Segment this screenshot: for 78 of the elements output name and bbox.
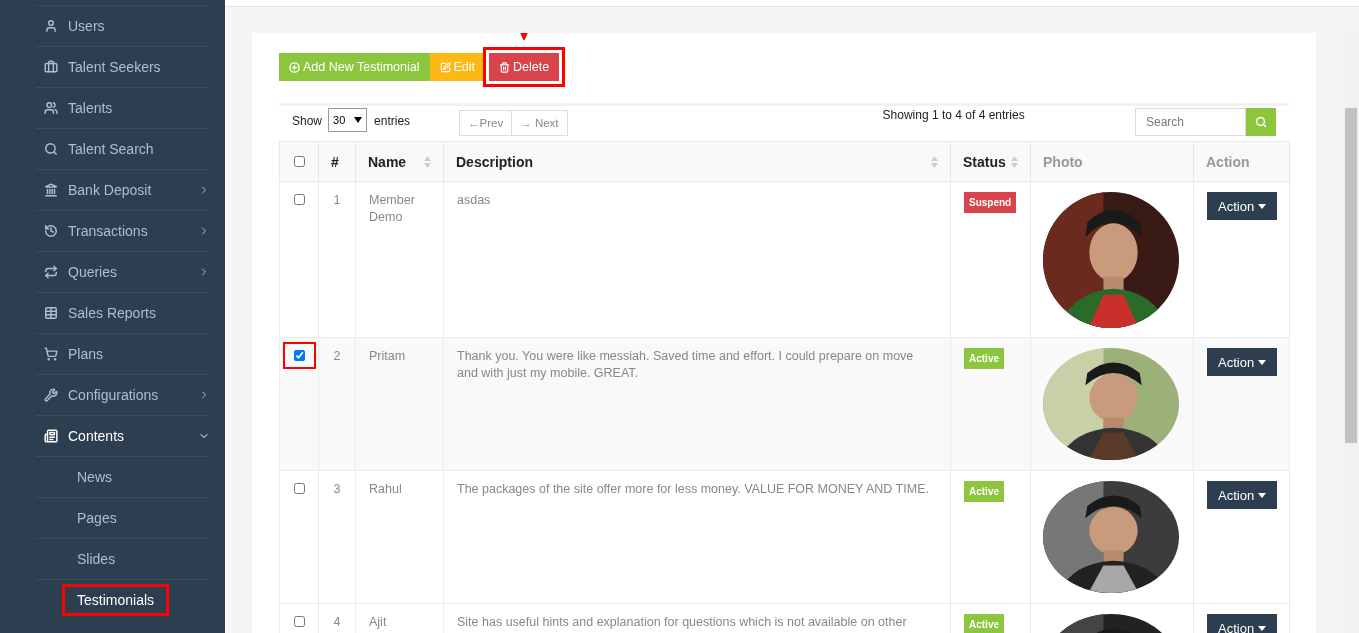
row-number: 1	[333, 193, 341, 207]
name-text: Rahul	[369, 482, 402, 496]
briefcase-icon	[44, 60, 58, 74]
caret-icon	[1258, 359, 1267, 365]
name-text: Ajit	[369, 615, 387, 629]
column-header[interactable]: Status	[950, 141, 1031, 182]
newspaper-icon	[44, 429, 58, 443]
column-header[interactable]: Name	[355, 141, 444, 182]
row-number: 4	[333, 615, 341, 629]
row-checkbox[interactable]	[293, 616, 305, 627]
row-number: 2	[333, 349, 341, 363]
edit-icon	[439, 61, 451, 73]
show-label: Show	[292, 114, 323, 128]
row-checkbox[interactable]	[293, 483, 305, 494]
column-header: Action	[1193, 141, 1290, 182]
cart-icon	[44, 347, 58, 361]
row-checkbox[interactable]	[293, 350, 305, 361]
caret-icon	[354, 117, 363, 123]
action-dropdown[interactable]: Action	[1207, 192, 1278, 220]
row-checkbox[interactable]	[293, 194, 305, 205]
search-icon	[44, 142, 58, 156]
description-text: The packages of the site offer more for less money. VALUE FOR MONEY AND TIME.	[457, 482, 929, 496]
delete-button[interactable]: Delete	[489, 53, 560, 81]
action-dropdown[interactable]: Action	[1207, 348, 1278, 376]
users-icon	[44, 101, 58, 115]
column-header: #	[318, 141, 356, 182]
next-button[interactable]: → Next	[511, 110, 568, 136]
bank-icon	[44, 183, 58, 197]
caret-icon	[1258, 492, 1267, 498]
sort-icon	[931, 154, 938, 169]
sidebar-item[interactable]: Queries	[36, 251, 210, 292]
description-text: Thank you. You were like messiah. Saved time and effort. I could prepare on move and with just my mobile. GREAT.	[457, 349, 914, 380]
sidebar-item[interactable]: Bank Deposit	[36, 169, 210, 210]
sidebar-item[interactable]: Talents	[36, 87, 210, 128]
name-text: Pritam	[369, 349, 406, 363]
user-icon	[44, 19, 58, 33]
prev-button[interactable]: ←Prev	[459, 110, 513, 136]
action-dropdown[interactable]: Action	[1207, 481, 1278, 509]
sidebar-item[interactable]: Contents	[36, 415, 210, 456]
select-all-checkbox[interactable]	[293, 155, 305, 167]
sidebar-item[interactable]: Talent Search	[36, 128, 210, 169]
caret-icon	[1258, 203, 1267, 209]
sidebar-item[interactable]: Sales Reports	[36, 292, 210, 333]
scrollbar[interactable]	[1343, 33, 1359, 633]
status-badge: Active	[964, 614, 1004, 633]
entries-label: entries	[374, 114, 411, 128]
sidebar-item[interactable]: Talent Seekers	[36, 46, 210, 87]
column-header: Photo	[1030, 141, 1194, 182]
column-header[interactable]: Description	[443, 141, 951, 182]
history-icon	[44, 224, 58, 238]
sort-icon	[424, 154, 431, 169]
row-number: 3	[333, 482, 341, 496]
sidebar-item[interactable]: Plans	[36, 333, 210, 374]
description-text: asdas	[457, 193, 491, 207]
submenu-item[interactable]: News	[62, 461, 127, 493]
status-badge: Suspend	[964, 192, 1017, 213]
search-icon	[1255, 116, 1267, 128]
action-dropdown[interactable]: Action	[1207, 614, 1278, 633]
sidebar-item[interactable]: Users	[36, 5, 210, 46]
trash-icon	[499, 61, 511, 73]
repeat-icon	[44, 265, 58, 279]
status-badge: Active	[964, 481, 1004, 502]
status-badge: Active	[964, 348, 1004, 369]
table-icon	[44, 306, 58, 320]
description-text: Site has useful hints and explanation for questions which is not available on other	[457, 615, 907, 629]
submenu-item[interactable]: Pages	[62, 502, 132, 534]
page-size-select[interactable]: 30	[328, 108, 368, 132]
search-field[interactable]: Search	[1135, 108, 1246, 136]
sort-icon	[1011, 154, 1018, 169]
name-text: Member Demo	[369, 193, 415, 224]
plus-circle-icon	[289, 61, 300, 73]
caret-icon	[1258, 625, 1267, 631]
submenu-item[interactable]: Testimonials	[62, 584, 170, 616]
submenu-item[interactable]: Slides	[62, 543, 131, 575]
entries-info: Showing 1 to 4 of 4 entries	[882, 108, 1025, 122]
sidebar-item[interactable]: Configurations	[36, 374, 210, 415]
wrench-icon	[44, 388, 58, 402]
sidebar-item[interactable]: Transactions	[36, 210, 210, 251]
